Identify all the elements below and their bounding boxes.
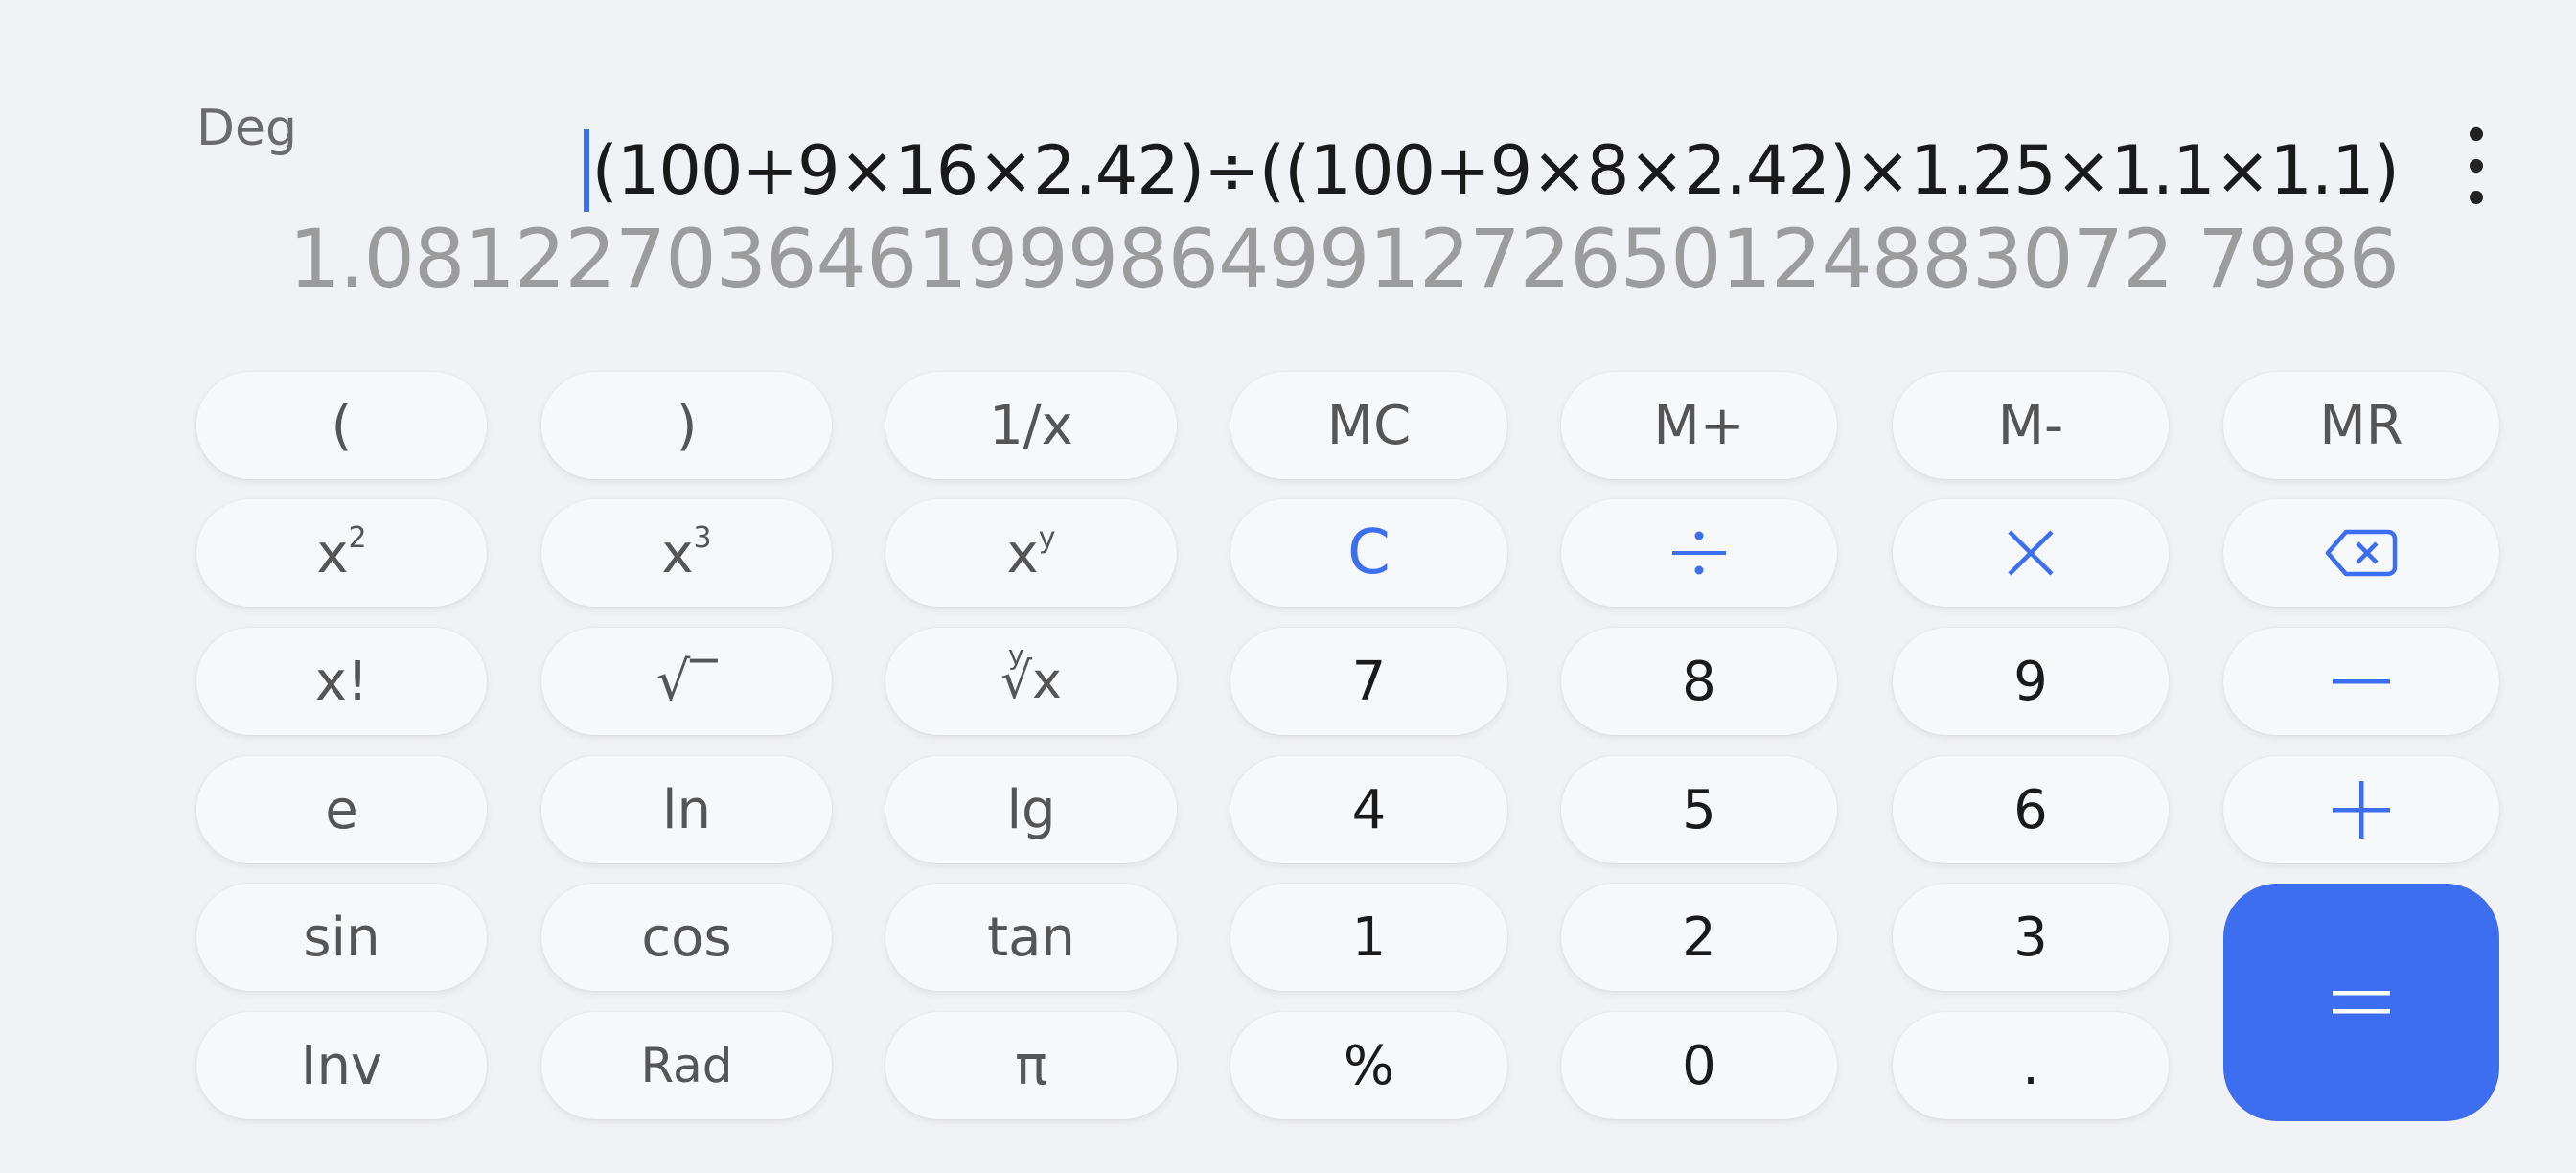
digit-1-button[interactable]: 1 <box>1230 884 1507 991</box>
cube-base: x <box>661 522 694 586</box>
memory-subtract-button[interactable]: M- <box>1893 372 2169 479</box>
equals-button[interactable] <box>2223 884 2499 1121</box>
power-base: x <box>1006 522 1039 586</box>
memory-recall-button[interactable]: MR <box>2223 372 2499 479</box>
digit-8-button[interactable]: 8 <box>1561 628 1837 735</box>
more-options-button[interactable] <box>2453 127 2499 204</box>
divide-button[interactable] <box>1561 499 1837 607</box>
minus-icon <box>2333 679 2390 684</box>
nth-root-index: y <box>1008 639 1024 671</box>
square-base: x <box>316 522 349 586</box>
digit-5-button[interactable]: 5 <box>1561 756 1837 863</box>
plus-icon <box>2333 781 2390 839</box>
square-label: x2 <box>316 521 366 586</box>
nth-root-label: y √x <box>1000 639 1062 710</box>
factorial-button[interactable]: x! <box>196 628 487 735</box>
equals-icon <box>2333 991 2390 1014</box>
digit-2-button[interactable]: 2 <box>1561 884 1837 991</box>
radian-toggle-button[interactable]: Rad <box>541 1012 832 1119</box>
text-cursor <box>584 129 590 212</box>
more-vertical-icon <box>2470 127 2483 141</box>
backspace-icon <box>2325 529 2398 577</box>
power-label: xy <box>1007 521 1056 586</box>
expression-row[interactable]: (100+9×16×2.42)÷((100+9×8×2.42)×1.25×1.1… <box>584 123 2400 218</box>
digit-4-button[interactable]: 4 <box>1230 756 1507 863</box>
pi-button[interactable]: π <box>886 1012 1177 1119</box>
expression-input[interactable]: (100+9×16×2.42)÷((100+9×8×2.42)×1.25×1.1… <box>591 131 2400 210</box>
multiply-icon <box>2008 530 2054 576</box>
cos-button[interactable]: cos <box>541 884 832 991</box>
memory-add-button[interactable]: M+ <box>1561 372 1837 479</box>
digit-3-button[interactable]: 3 <box>1893 884 2169 991</box>
digit-7-button[interactable]: 7 <box>1230 628 1507 735</box>
reciprocal-button[interactable]: 1/x <box>886 372 1177 479</box>
natural-log-button[interactable]: ln <box>541 756 832 863</box>
cube-exponent: 3 <box>693 520 712 555</box>
square-exponent: 2 <box>348 520 367 555</box>
divide-icon <box>1672 531 1726 575</box>
add-button[interactable] <box>2223 756 2499 863</box>
square-button[interactable]: x2 <box>196 499 487 607</box>
nth-root-button[interactable]: y √x <box>886 628 1177 735</box>
more-vertical-icon-dot <box>2470 159 2483 172</box>
decimal-point-button[interactable]: . <box>1893 1012 2169 1119</box>
sin-button[interactable]: sin <box>196 884 487 991</box>
tan-button[interactable]: tan <box>886 884 1177 991</box>
percent-button[interactable]: % <box>1230 1012 1507 1119</box>
cube-label: x3 <box>661 521 711 586</box>
euler-button[interactable]: e <box>196 756 487 863</box>
power-exponent: y <box>1038 520 1056 555</box>
log10-button[interactable]: lg <box>886 756 1177 863</box>
subtract-button[interactable] <box>2223 628 2499 735</box>
memory-clear-button[interactable]: MC <box>1230 372 1507 479</box>
open-paren-button[interactable]: ( <box>196 372 487 479</box>
inverse-button[interactable]: Inv <box>196 1012 487 1119</box>
angle-mode-label: Deg <box>196 100 298 157</box>
square-root-button[interactable]: √‾ <box>541 628 832 735</box>
backspace-button[interactable] <box>2223 499 2499 607</box>
more-vertical-icon-dot <box>2470 191 2483 204</box>
digit-9-button[interactable]: 9 <box>1893 628 2169 735</box>
digit-0-button[interactable]: 0 <box>1561 1012 1837 1119</box>
digit-6-button[interactable]: 6 <box>1893 756 2169 863</box>
result-preview: 1.081227036461999864991272650124883072 7… <box>288 212 2400 306</box>
clear-button[interactable]: C <box>1230 499 1507 607</box>
power-button[interactable]: xy <box>886 499 1177 607</box>
cube-button[interactable]: x3 <box>541 499 832 607</box>
close-paren-button[interactable]: ) <box>541 372 832 479</box>
multiply-button[interactable] <box>1893 499 2169 607</box>
